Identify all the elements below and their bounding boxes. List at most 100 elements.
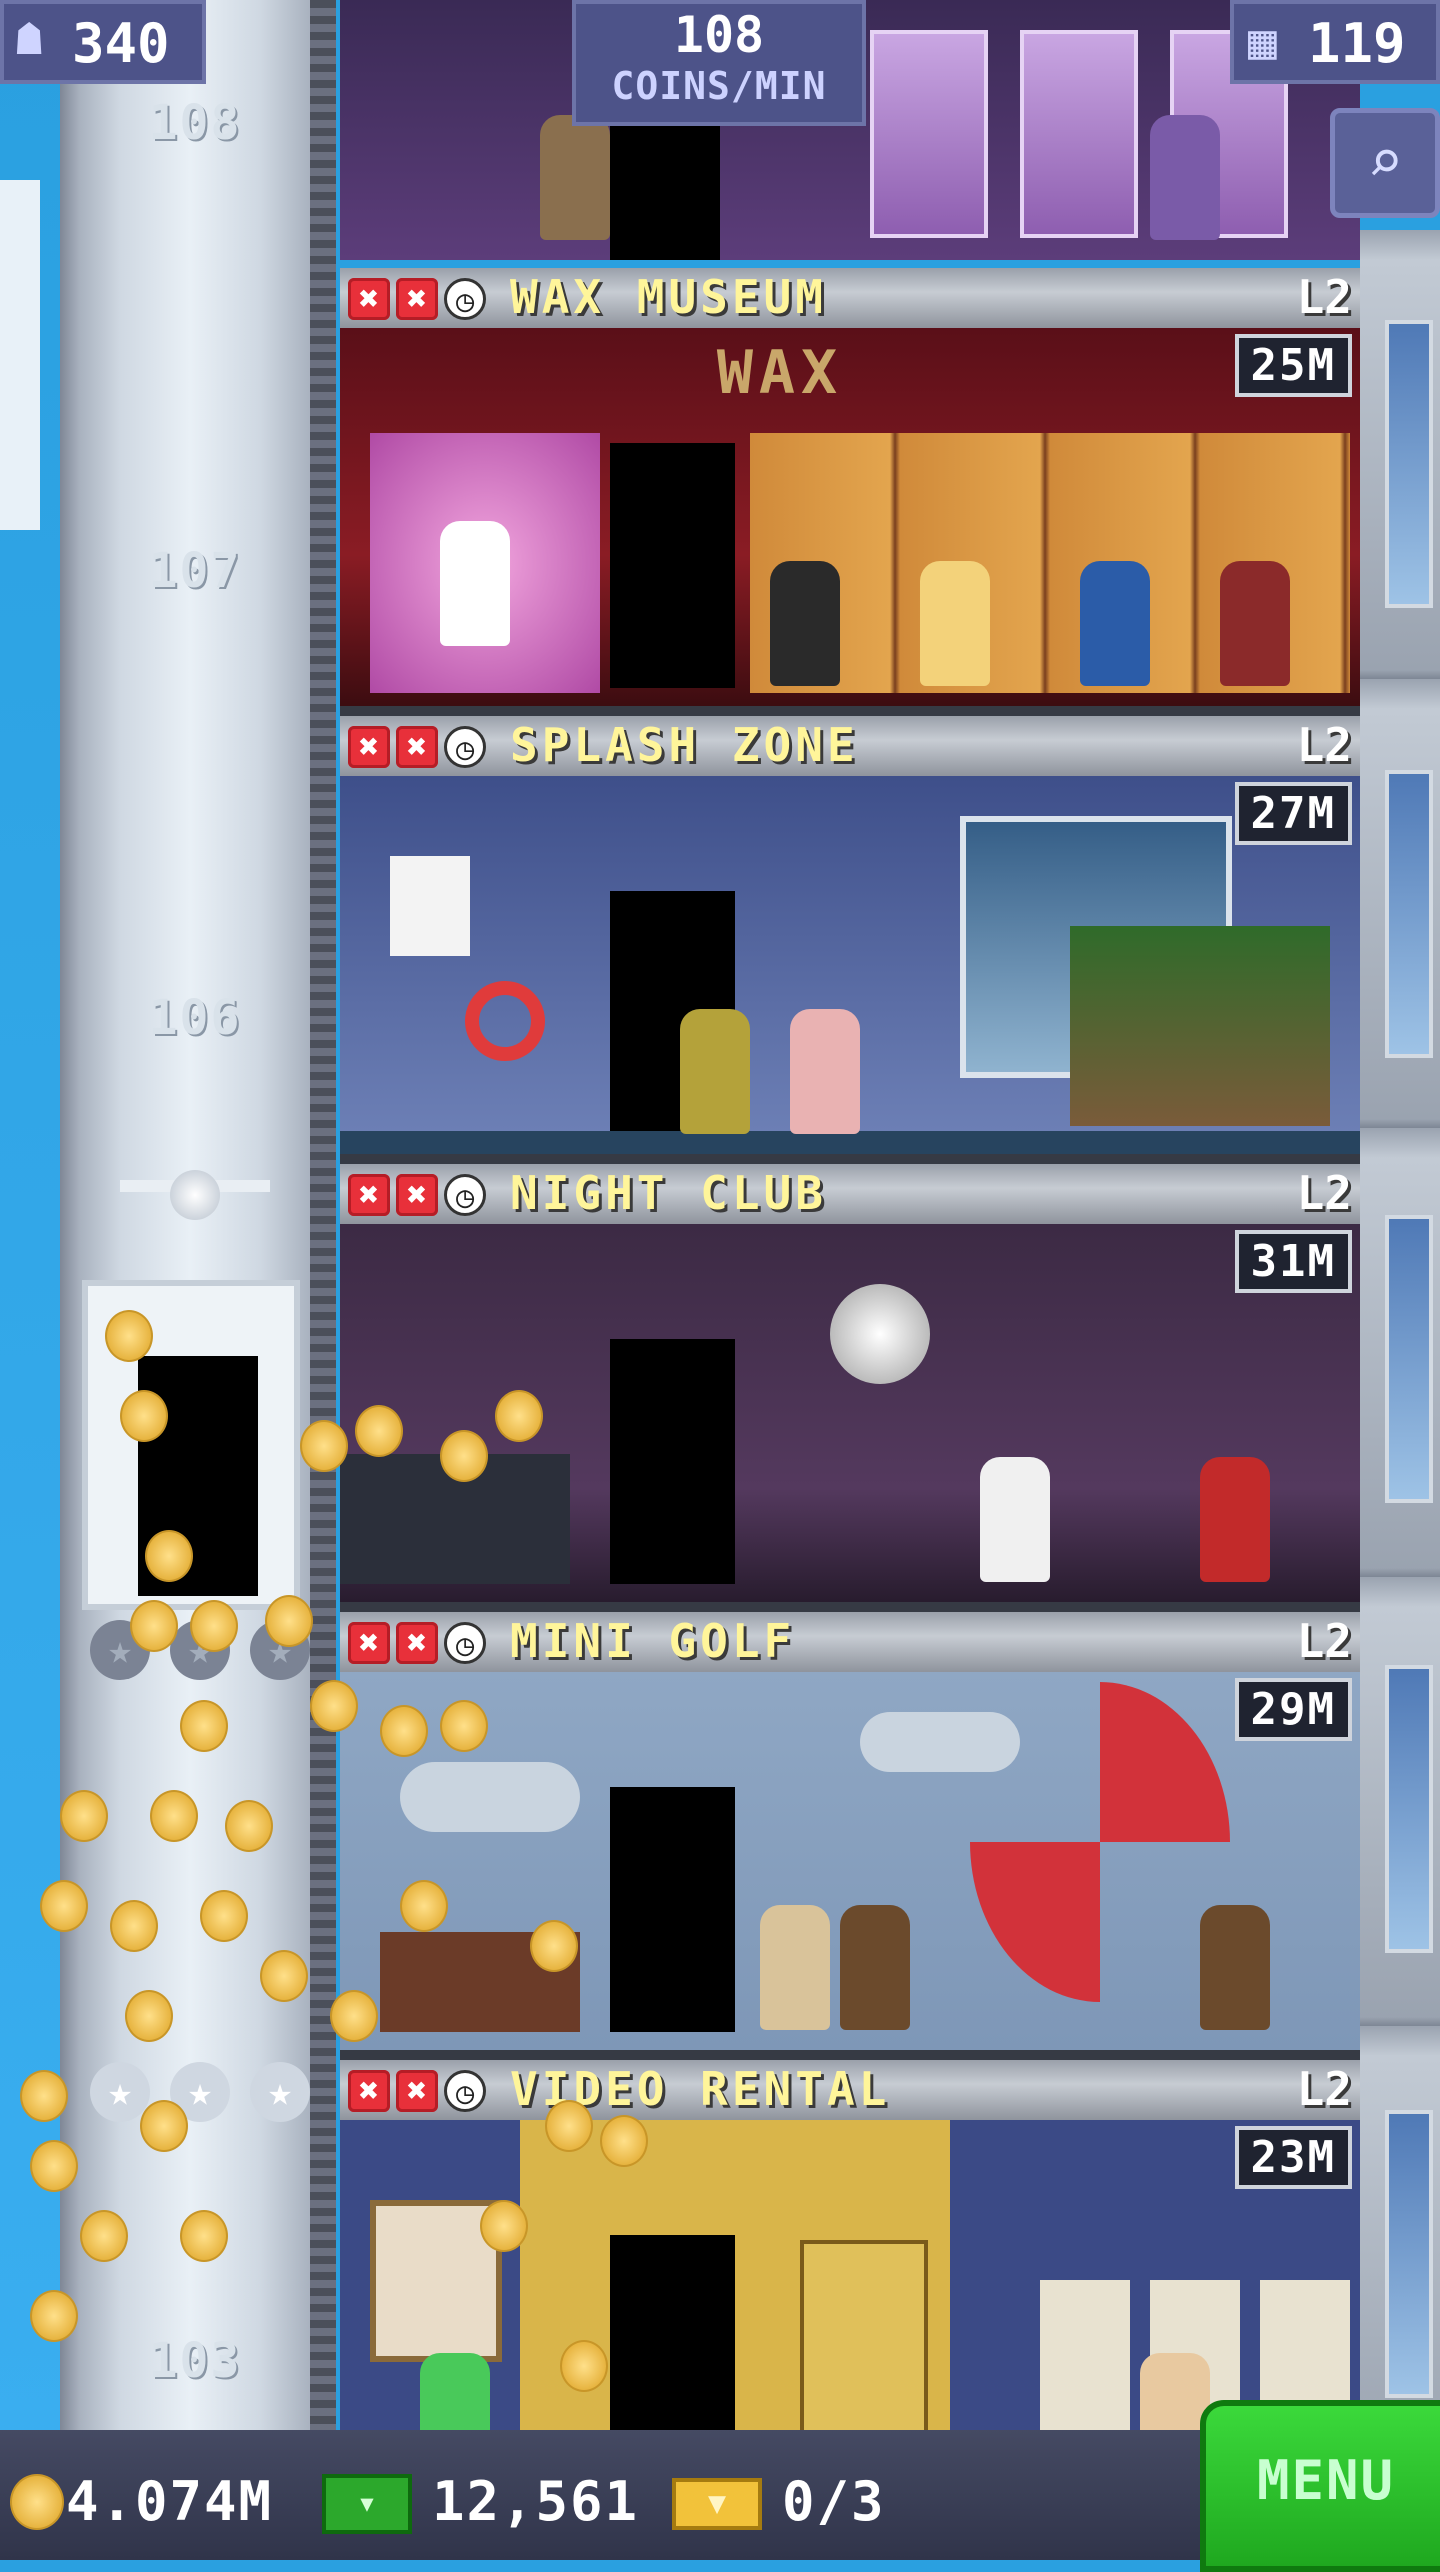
floor-value: 29M <box>1234 1678 1352 1741</box>
lifebuoy <box>465 981 545 1061</box>
x-icon: ✖ <box>348 726 390 768</box>
coin-icon <box>200 1890 248 1942</box>
floor-mini-golf[interactable]: ✖ ✖ ◷ MINI GOLF L2 29M <box>340 1612 1360 2060</box>
bitizen[interactable] <box>680 1009 750 1134</box>
floor-name: MINI GOLF <box>510 1614 796 1668</box>
floor-level: L2 <box>1296 2062 1352 2116</box>
slot-machine <box>1020 30 1138 238</box>
floor-room[interactable] <box>340 776 1360 1155</box>
bitizen[interactable] <box>540 115 610 240</box>
coin-icon <box>120 1390 168 1442</box>
disco-ball <box>830 1284 930 1384</box>
bitizen[interactable] <box>1150 115 1220 240</box>
coin-icon <box>60 1790 108 1842</box>
notice-sign <box>390 856 470 956</box>
coin-icon <box>380 1705 428 1757</box>
person-icon: ☗ <box>16 14 43 65</box>
floor-header: ✖ ✖ ◷ NIGHT CLUB L2 <box>340 1164 1360 1224</box>
coin-icon <box>125 1990 173 2042</box>
floor-night-club[interactable]: ✖ ✖ ◷ NIGHT CLUB L2 31M <box>340 1164 1360 1612</box>
floor-header: ✖ ✖ ◷ VIDEO RENTAL L2 <box>340 2060 1360 2120</box>
clock-icon: ◷ <box>444 2070 486 2112</box>
coin-icon <box>300 1420 348 1472</box>
wax-figure <box>770 561 840 686</box>
coins-rate-panel: 108 COINS/MIN <box>572 0 866 126</box>
cloud <box>0 180 40 530</box>
coins-value[interactable]: 4.074M <box>66 2470 273 2533</box>
window <box>1385 1665 1433 1953</box>
coin-icon <box>140 2100 188 2152</box>
coin-icon <box>225 1800 273 1852</box>
floors-count-value: 119 <box>1308 12 1406 75</box>
coin-icon <box>265 1595 313 1647</box>
coin-icon <box>30 2290 78 2342</box>
bitizen[interactable] <box>840 1905 910 2030</box>
floor-number-107: 107 <box>148 543 242 599</box>
clock-icon: ◷ <box>444 1622 486 1664</box>
floor-wax-museum[interactable]: ✖ ✖ ◷ WAX MUSEUM L2 WAX 25M <box>340 268 1360 716</box>
coin-icon <box>560 2340 608 2392</box>
palm-tree <box>1070 926 1330 1126</box>
elevator-pulley <box>110 1170 280 1280</box>
floor-door <box>610 1787 735 2032</box>
coin-icon <box>30 2140 78 2192</box>
pool <box>340 1131 1360 1155</box>
window <box>1385 320 1433 608</box>
coin-icon <box>190 1600 238 1652</box>
elevator-rating-stars-lower: ★ ★ ★ <box>90 2062 310 2122</box>
coin-icon <box>20 2070 68 2122</box>
clock-icon: ◷ <box>444 726 486 768</box>
floor-name: SPLASH ZONE <box>510 718 859 772</box>
floor-value: 31M <box>1234 1230 1352 1293</box>
floor-header: ✖ ✖ ◷ WAX MUSEUM L2 <box>340 268 1360 328</box>
bitizen[interactable] <box>760 1905 830 2030</box>
x-icon: ✖ <box>348 278 390 320</box>
star-icon: ★ <box>250 2062 310 2122</box>
floor-room[interactable] <box>340 1672 1360 2050</box>
floor-base <box>340 1154 1360 1164</box>
wax-figure <box>920 561 990 686</box>
floor-value: 27M <box>1234 782 1352 845</box>
x-icon: ✖ <box>348 1174 390 1216</box>
tickets-value[interactable]: 0/3 <box>782 2470 886 2533</box>
floors-counter[interactable]: ▦ 119 <box>1230 0 1440 84</box>
floor-splash-zone[interactable]: ✖ ✖ ◷ SPLASH ZONE L2 27M <box>340 716 1360 1164</box>
population-counter[interactable]: ☗ 340 <box>0 0 206 84</box>
x-icon: ✖ <box>396 278 438 320</box>
coin-icon <box>105 1310 153 1362</box>
floor-level: L2 <box>1296 1166 1352 1220</box>
coin-icon <box>440 1430 488 1482</box>
coin-icon <box>355 1405 403 1457</box>
clock-icon: ◷ <box>444 1174 486 1216</box>
coin-icon <box>330 1990 378 2042</box>
coin-icon <box>400 1880 448 1932</box>
coin-icon <box>180 2210 228 2262</box>
menu-button[interactable]: MENU <box>1200 2400 1440 2572</box>
window <box>1385 1215 1433 1503</box>
floor-header: ✖ ✖ ◷ MINI GOLF L2 <box>340 1612 1360 1672</box>
floor-room[interactable]: WAX <box>340 328 1360 706</box>
coin-icon <box>480 2200 528 2252</box>
coin-icon <box>10 2474 64 2530</box>
windmill <box>970 1682 1230 2002</box>
slot-machine <box>870 30 988 238</box>
coins-rate-unit: COINS/MIN <box>611 64 827 108</box>
x-icon: ✖ <box>348 1622 390 1664</box>
floor-base <box>340 2050 1360 2060</box>
x-icon: ✖ <box>396 726 438 768</box>
floor-base <box>340 1602 1360 1612</box>
floor-door <box>610 443 735 688</box>
bitizen[interactable] <box>1200 1905 1270 2030</box>
floor-room[interactable] <box>340 1224 1360 1602</box>
bux-icon: ▾ <box>322 2474 412 2534</box>
magnifier-button[interactable]: ⌕ <box>1330 108 1440 218</box>
coin-icon <box>150 1790 198 1842</box>
elevator-rail <box>310 0 336 2440</box>
bux-value[interactable]: 12,561 <box>432 2470 639 2533</box>
coin-icon <box>80 2210 128 2262</box>
x-icon: ✖ <box>348 2070 390 2112</box>
bitizen[interactable] <box>980 1457 1050 1582</box>
window <box>1385 770 1433 1058</box>
bitizen[interactable] <box>1200 1457 1270 1582</box>
bitizen[interactable] <box>790 1009 860 1134</box>
